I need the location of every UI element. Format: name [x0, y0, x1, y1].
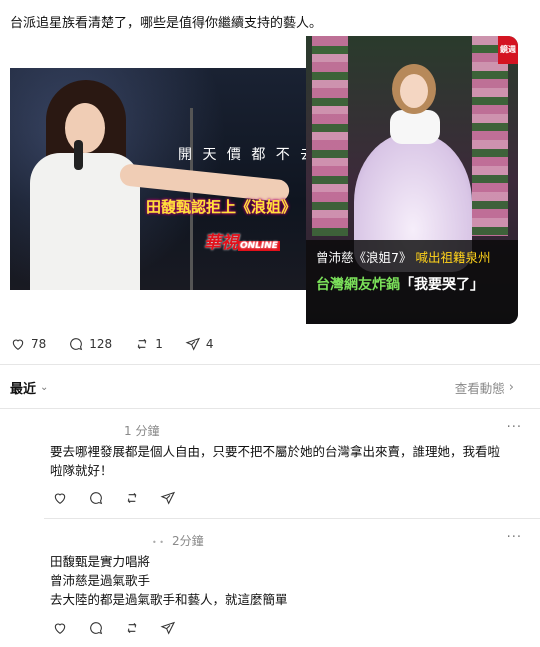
- image-caption-line2: 台灣網友炸鍋「我要哭了」: [316, 274, 484, 294]
- reply-text-line: 田馥甄是實力唱將: [50, 554, 151, 569]
- singer-face-right: [400, 74, 428, 108]
- share-icon[interactable]: [160, 620, 176, 636]
- divider: [44, 518, 540, 519]
- share-button[interactable]: 4: [185, 336, 214, 352]
- comment-icon[interactable]: [88, 620, 104, 636]
- image-caption-main: 田馥甄認拒上《浪姐》: [146, 198, 297, 216]
- post-actions: 78 128 1 4: [10, 335, 235, 353]
- sort-label: 最近: [10, 382, 37, 397]
- share-icon[interactable]: [160, 490, 176, 506]
- repost-count: 1: [155, 337, 163, 351]
- caption-highlight: 喊出祖籍泉州: [415, 250, 491, 265]
- reply-timestamp: 1 分鐘: [124, 424, 160, 438]
- like-count: 78: [31, 337, 47, 351]
- chevron-down-icon: ⌄: [40, 382, 49, 393]
- more-icon[interactable]: ···: [507, 420, 522, 435]
- post-text: 台派追星族看清楚了，哪些是值得你繼續支持的藝人。: [10, 16, 323, 31]
- media-image-left[interactable]: 開 天 價 都 不 去 田馥甄認拒上《浪姐》 華視 ONLINE: [10, 68, 306, 290]
- comment-icon: [70, 338, 83, 351]
- share-count: 4: [205, 337, 214, 351]
- news-logo-sub: ONLINE: [238, 241, 280, 251]
- news-logo-text: 華視: [204, 233, 238, 253]
- mirror-logo: 鏡週: [498, 36, 518, 64]
- repost-icon[interactable]: [124, 490, 140, 506]
- caption-white: 「我要哭了」: [400, 277, 484, 293]
- news-logo: 華視 ONLINE: [204, 228, 280, 253]
- reply-item: • • 2分鐘 ··· 田馥甄是實力唱將 曾沛慈是過氣歌手 去大陸的都是過氣歌手…: [44, 530, 522, 640]
- flower-swing-right: [472, 36, 508, 236]
- comment-icon[interactable]: [88, 490, 104, 506]
- heart-icon[interactable]: [52, 490, 68, 506]
- flower-swing-left: [312, 36, 348, 236]
- more-icon[interactable]: ···: [507, 530, 522, 545]
- share-icon: [185, 337, 200, 351]
- divider: [0, 408, 540, 409]
- loading-dots: • •: [152, 538, 164, 547]
- repost-icon: [137, 338, 147, 350]
- singer-top: [390, 110, 440, 144]
- reply-text-line: 曾沛慈是過氣歌手: [50, 573, 151, 588]
- reply-text-line: 去大陸的都是過氣歌手和藝人，就這麼簡單: [50, 592, 288, 607]
- caption-green: 台灣網友炸鍋: [316, 277, 400, 293]
- comment-button[interactable]: 128: [68, 336, 112, 352]
- repost-icon[interactable]: [124, 620, 140, 636]
- chevron-right-icon: ›: [508, 380, 514, 395]
- view-activity-label: 查看動態: [454, 381, 505, 396]
- microphone: [74, 140, 83, 170]
- heart-icon[interactable]: [52, 620, 68, 636]
- reply-actions: [52, 620, 196, 636]
- sort-dropdown[interactable]: 最近 ⌄: [10, 378, 48, 397]
- reply-text-line: 要去哪裡發展都是個人自由，只要不把不屬於她的台灣拿出來賣，誰理她，我看啦: [50, 444, 501, 459]
- heart-icon: [12, 339, 24, 350]
- view-activity-link[interactable]: 查看動態 ›: [455, 378, 514, 397]
- image-caption-line1: 曾沛慈《浪姐7》 喊出祖籍泉州: [316, 247, 490, 266]
- reply-text-line: 啦隊就好！: [50, 463, 113, 478]
- like-button[interactable]: 78: [10, 336, 46, 352]
- reply-actions: [52, 490, 196, 506]
- divider: [0, 364, 540, 365]
- image-caption-top: 開 天 價 都 不 去: [178, 147, 306, 163]
- post-media: 開 天 價 都 不 去 田馥甄認拒上《浪姐》 華視 ONLINE 鏡週 曾沛慈《浪…: [10, 36, 518, 324]
- caption-name: 曾沛慈《浪姐7》: [316, 250, 412, 265]
- comment-count: 128: [89, 337, 113, 351]
- reply-item: 1 分鐘 ··· 要去哪裡發展都是個人自由，只要不把不屬於她的台灣拿出來賣，誰理…: [44, 420, 522, 520]
- reply-timestamp: 2分鐘: [172, 534, 204, 548]
- media-image-right[interactable]: 鏡週 曾沛慈《浪姐7》 喊出祖籍泉州 台灣網友炸鍋「我要哭了」: [306, 36, 518, 324]
- reply-text: 要去哪裡發展都是個人自由，只要不把不屬於她的台灣拿出來賣，誰理她，我看啦 啦隊就…: [50, 442, 522, 480]
- reply-text: 田馥甄是實力唱將 曾沛慈是過氣歌手 去大陸的都是過氣歌手和藝人，就這麼簡單: [50, 552, 490, 609]
- singer-face: [65, 103, 105, 153]
- repost-button[interactable]: 1: [134, 336, 163, 352]
